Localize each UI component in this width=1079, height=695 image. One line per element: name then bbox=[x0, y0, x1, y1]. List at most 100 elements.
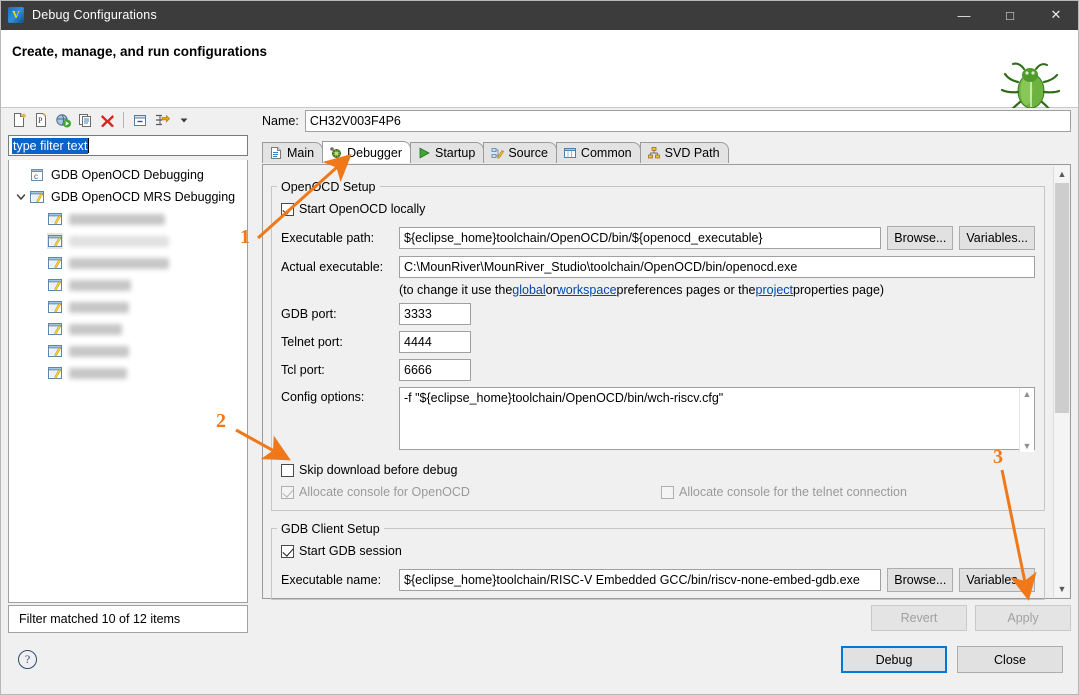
tab-main[interactable]: Main bbox=[262, 142, 324, 163]
openocd-setup-body: Start OpenOCD locally Executable path: B… bbox=[271, 198, 1045, 511]
tree-item-redacted-7[interactable] bbox=[9, 340, 247, 362]
new-configuration-icon[interactable] bbox=[9, 110, 29, 130]
tab-debugger[interactable]: Debugger bbox=[322, 141, 411, 163]
scrollbar-thumb[interactable] bbox=[1055, 183, 1069, 413]
tab-label: Startup bbox=[435, 146, 476, 160]
tab-source[interactable]: Source bbox=[483, 142, 557, 163]
close-button[interactable]: Close bbox=[957, 646, 1063, 673]
executable-path-row: Executable path: Browse... Variables... bbox=[281, 226, 1035, 250]
tree-item-redacted-3[interactable] bbox=[9, 252, 247, 274]
tab-startup[interactable]: Startup bbox=[410, 142, 485, 163]
question-mark-icon[interactable]: ? bbox=[18, 650, 37, 669]
maximize-icon[interactable]: □ bbox=[987, 0, 1033, 30]
footer-buttons: Debug Close bbox=[841, 646, 1063, 673]
configurations-tree[interactable]: c GDB OpenOCD Debugging GDB OpenOCD MRS … bbox=[8, 160, 248, 603]
debugger-panel-scrollbar[interactable]: ▲ ▼ bbox=[1053, 166, 1069, 597]
executable-path-input[interactable] bbox=[399, 227, 882, 249]
tab-label: Common bbox=[580, 146, 632, 160]
telnet-port-input[interactable] bbox=[399, 331, 471, 353]
start-gdb-session-row[interactable]: Start GDB session bbox=[281, 540, 1035, 562]
executable-path-label: Executable path: bbox=[281, 231, 375, 245]
actual-executable-label: Actual executable: bbox=[281, 260, 384, 274]
tree-item-gdb-openocd-debugging[interactable]: c GDB OpenOCD Debugging bbox=[9, 164, 247, 186]
start-openocd-locally-checkbox[interactable] bbox=[281, 202, 294, 216]
workspace-preferences-link[interactable]: workspace bbox=[557, 283, 617, 297]
chevron-down-icon[interactable] bbox=[13, 189, 29, 205]
debug-button[interactable]: Debug bbox=[841, 646, 947, 673]
gdb-port-label: GDB port: bbox=[281, 307, 337, 321]
name-row: Name: bbox=[262, 108, 1071, 134]
close-icon[interactable]: ✕ bbox=[1033, 0, 1079, 30]
scroll-up-icon[interactable]: ▲ bbox=[1054, 166, 1070, 182]
gdb-executable-variables-button[interactable]: Variables... bbox=[959, 568, 1035, 592]
hint-mid1: or bbox=[545, 283, 557, 297]
scroll-down-icon[interactable]: ▼ bbox=[1054, 581, 1070, 597]
tree-item-label-redacted bbox=[69, 257, 169, 269]
tree-item-gdb-openocd-mrs-debugging[interactable]: GDB OpenOCD MRS Debugging bbox=[9, 186, 247, 208]
revert-button[interactable]: Revert bbox=[871, 605, 967, 631]
new-prototype-icon[interactable]: P bbox=[31, 110, 51, 130]
minimize-icon[interactable]: — bbox=[941, 0, 987, 30]
scroll-down-icon[interactable]: ▼ bbox=[1023, 442, 1032, 451]
executable-path-variables-button[interactable]: Variables... bbox=[959, 226, 1035, 250]
export-icon[interactable] bbox=[53, 110, 73, 130]
start-openocd-locally-row[interactable]: Start OpenOCD locally bbox=[281, 198, 1035, 220]
configuration-name-input[interactable] bbox=[304, 110, 1071, 132]
skip-download-checkbox[interactable] bbox=[281, 463, 294, 477]
tree-item-redacted-1[interactable] bbox=[9, 208, 247, 230]
config-options-scrollbar[interactable]: ▲ ▼ bbox=[1019, 388, 1034, 452]
gdb-executable-browse-button[interactable]: Browse... bbox=[887, 568, 954, 592]
delete-icon[interactable] bbox=[97, 110, 117, 130]
config-options-textarea[interactable]: -f "${eclipse_home}toolchain/OpenOCD/bin… bbox=[399, 387, 1035, 450]
tree-item-label-redacted bbox=[69, 279, 131, 291]
filter-input[interactable]: type filter text bbox=[8, 135, 248, 156]
gdb-client-setup-legend: GDB Client Setup bbox=[277, 522, 384, 536]
skip-download-row[interactable]: Skip download before debug bbox=[281, 459, 1035, 481]
common-table-icon bbox=[563, 146, 577, 160]
start-gdb-session-checkbox[interactable] bbox=[281, 544, 294, 558]
mrs-config-icon bbox=[47, 299, 63, 315]
view-menu-icon[interactable] bbox=[174, 110, 194, 130]
mrs-config-icon bbox=[47, 233, 63, 249]
tree-item-redacted-6[interactable] bbox=[9, 318, 247, 340]
telnet-port-label: Telnet port: bbox=[281, 335, 343, 349]
tree-item-redacted-4[interactable] bbox=[9, 274, 247, 296]
apply-button[interactable]: Apply bbox=[975, 605, 1071, 631]
annotation-number-3: 3 bbox=[993, 446, 1003, 468]
gdb-port-input[interactable] bbox=[399, 303, 471, 325]
global-preferences-link[interactable]: global bbox=[512, 283, 545, 297]
window-title: Debug Configurations bbox=[32, 8, 157, 22]
filter-status-text: Filter matched 10 of 12 items bbox=[8, 605, 248, 633]
hint-mid2: preferences pages or the bbox=[616, 283, 756, 297]
mrs-config-icon bbox=[47, 321, 63, 337]
collapse-all-icon[interactable] bbox=[130, 110, 150, 130]
openocd-setup-group: OpenOCD Setup Start OpenOCD locally Exec… bbox=[271, 179, 1045, 511]
text-caret bbox=[88, 138, 90, 153]
tab-label: Source bbox=[508, 146, 548, 160]
tree-item-redacted-5[interactable] bbox=[9, 296, 247, 318]
tree-item-redacted-8[interactable] bbox=[9, 362, 247, 384]
window-titlebar: Debug Configurations — □ ✕ bbox=[0, 0, 1079, 30]
gdb-executable-name-input[interactable] bbox=[399, 569, 882, 591]
gdb-port-row: GDB port: bbox=[281, 303, 1035, 325]
mrs-config-icon bbox=[47, 255, 63, 271]
revert-apply-row: Revert Apply bbox=[871, 603, 1071, 633]
allocate-console-telnet-checkbox bbox=[661, 485, 674, 499]
project-properties-link[interactable]: project bbox=[756, 283, 794, 297]
duplicate-icon[interactable] bbox=[75, 110, 95, 130]
preferences-hint: (to change it use the global or workspac… bbox=[281, 283, 1035, 297]
start-gdb-session-label: Start GDB session bbox=[299, 544, 402, 558]
tab-common[interactable]: Common bbox=[555, 142, 641, 163]
executable-path-browse-button[interactable]: Browse... bbox=[887, 226, 954, 250]
tcl-port-input[interactable] bbox=[399, 359, 471, 381]
tree-item-label-redacted bbox=[69, 345, 129, 357]
filter-icon[interactable] bbox=[152, 110, 172, 130]
tab-svd-path[interactable]: SVD Path bbox=[639, 142, 729, 163]
debugger-tab-panel: OpenOCD Setup Start OpenOCD locally Exec… bbox=[262, 164, 1071, 600]
scroll-up-icon[interactable]: ▲ bbox=[1023, 390, 1032, 399]
hint-prefix: (to change it use the bbox=[399, 283, 513, 297]
tree-item-label-redacted bbox=[69, 213, 165, 225]
tree-item-redacted-2[interactable] bbox=[9, 230, 247, 252]
allocate-console-openocd-label: Allocate console for OpenOCD bbox=[299, 485, 470, 499]
toolbar-separator bbox=[123, 112, 124, 128]
